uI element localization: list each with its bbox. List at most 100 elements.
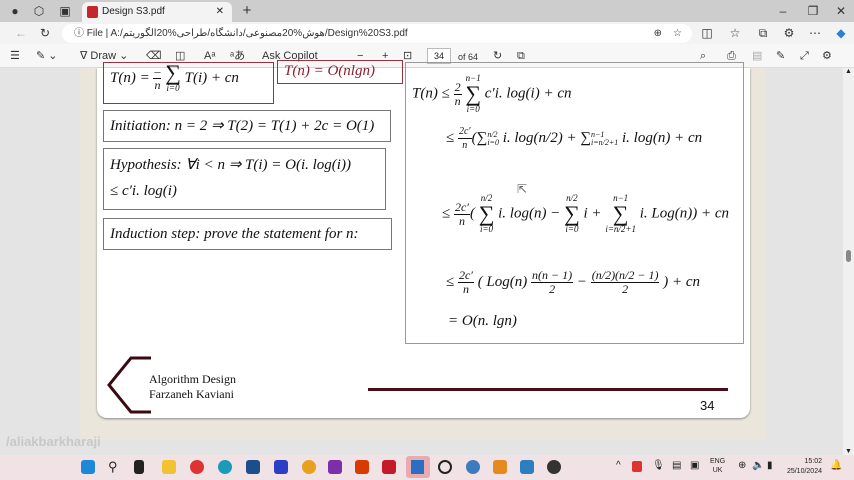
close-window-icon[interactable]: ✕	[834, 4, 848, 18]
translate-icon[interactable]: ᵃあ	[230, 49, 245, 63]
store-icon[interactable]	[246, 460, 260, 474]
proof-line-3: ≤ 2c′ n( n/2 ∑ i=0 i. log(n) − n/2 ∑ i=0 i + …	[442, 193, 729, 235]
save-icon[interactable]: ▤	[752, 49, 762, 63]
save-as-icon[interactable]: ✎	[776, 49, 785, 63]
tray-icon[interactable]: ▣	[690, 460, 699, 471]
scroll-up-icon[interactable]: ▲	[845, 68, 852, 75]
start-icon[interactable]	[81, 460, 95, 474]
math-text: T(n) =	[110, 69, 154, 86]
language-indicator[interactable]: ENG UK	[710, 457, 725, 475]
denominator: 2	[549, 282, 556, 296]
highlight-icon[interactable]: ✎ ⌄	[36, 49, 58, 63]
tray-chevron-icon[interactable]: ^	[616, 460, 621, 471]
math-text: ≤ c′i. log(i)	[110, 183, 177, 199]
collections-icon[interactable]: ⧉	[756, 26, 770, 40]
scroll-down-icon[interactable]: ▼	[845, 448, 852, 455]
math-text: i +	[583, 205, 602, 222]
scrollbar[interactable]: ▲ ▼	[843, 68, 854, 455]
math-text: (	[469, 205, 479, 222]
photos-icon[interactable]	[520, 460, 534, 474]
clock[interactable]: 15:02 25/10/2024	[786, 457, 822, 477]
numerator: 2c′	[457, 126, 472, 139]
math-text: ≤	[442, 205, 451, 222]
notification-icon[interactable]: 🔔	[830, 460, 842, 471]
initiation-box: Initiation: n = 2 ⇒ T(2) = T(1) + 2c = O…	[103, 110, 391, 142]
settings-icon[interactable]: ⚙	[822, 49, 832, 63]
refresh-icon[interactable]: ↻	[38, 26, 52, 40]
math-text: Hypothesis: ∀i < n ⇒ T(i) = O(i. log(i))	[110, 157, 351, 173]
profile-icon[interactable]: ●	[8, 4, 22, 18]
network-icon[interactable]: ⊕	[738, 460, 746, 471]
copilot-icon[interactable]: ◆	[834, 26, 848, 40]
address-bar: ← ↻ ⓘ File | A:/هوش%20مصنوعی/دانشگاه/طرا…	[0, 22, 854, 44]
office-icon[interactable]	[355, 460, 369, 474]
contents-icon[interactable]: ☰	[10, 49, 20, 63]
app-icon[interactable]	[493, 460, 507, 474]
search-taskbar-icon[interactable]: ⚲	[108, 460, 122, 474]
two-page-icon[interactable]: ⧉	[517, 49, 525, 63]
math-text: ≤	[446, 129, 455, 146]
math-text: ≤	[446, 273, 455, 290]
back-icon[interactable]: ←	[14, 26, 28, 40]
denominator: 2	[622, 282, 629, 296]
sigma: ∑	[465, 81, 482, 106]
math-text: −	[576, 273, 587, 290]
fit-page-icon[interactable]: ⊡	[403, 49, 412, 63]
draw-button[interactable]: ∇ Draw ⌄	[80, 49, 128, 63]
scroll-thumb[interactable]	[846, 250, 851, 262]
active-app-icon[interactable]	[406, 456, 430, 478]
app-icon[interactable]	[302, 460, 316, 474]
extensions-icon[interactable]: ⚙	[782, 26, 796, 40]
app-icon[interactable]	[547, 460, 561, 474]
search-icon[interactable]: ⌕	[700, 49, 706, 63]
tray-icon[interactable]: ▤	[672, 460, 681, 471]
denominator: n	[462, 140, 468, 151]
proof-line-4: ≤ 2c′ n ( Log(n) n(n − 1) 2 − (n/2)(n/2 − …	[446, 269, 700, 296]
rotate-icon[interactable]: ↻	[493, 49, 502, 63]
sigma: ∑	[478, 201, 495, 226]
summation: n/2 ∑ i=0	[564, 193, 580, 235]
new-tab-icon[interactable]: +	[240, 3, 254, 18]
tray-app-icon[interactable]	[632, 461, 642, 472]
file-explorer-icon[interactable]	[162, 460, 176, 474]
task-view-icon[interactable]	[134, 460, 144, 474]
more-icon[interactable]: ⋯	[808, 26, 822, 40]
close-tab-icon[interactable]: ✕	[216, 2, 224, 22]
sum-lower: i=0	[166, 83, 180, 93]
volume-icon[interactable]: 🔈	[752, 460, 764, 471]
math-text: (∑	[471, 129, 488, 146]
app-icon[interactable]	[438, 460, 452, 474]
footer-rule	[368, 388, 728, 391]
math-text: i. Log(n)) + cn	[639, 205, 729, 222]
draw-label: Draw	[90, 50, 117, 62]
eraser-icon[interactable]: ⌫	[146, 49, 162, 63]
app-icon[interactable]	[274, 460, 288, 474]
numerator: 2	[453, 79, 462, 95]
sum-lower: i=0	[479, 224, 494, 234]
print-icon[interactable]: ⎙	[727, 49, 736, 63]
minimize-icon[interactable]: –	[776, 4, 790, 18]
url-input[interactable]: ⓘ File | A:/هوش%20مصنوعی/دانشگاه/طراحی%2…	[62, 24, 692, 43]
onenote-icon[interactable]	[328, 460, 342, 474]
summation: ∑ i=0	[165, 62, 181, 94]
edge-icon[interactable]	[218, 460, 232, 474]
split-screen-icon[interactable]: ◫	[700, 26, 714, 40]
url-text: A:/هوش%20مصنوعی/دانشگاه/طراحی%20الگوریتم…	[110, 28, 408, 39]
chrome-icon[interactable]	[190, 460, 204, 474]
favorites-icon[interactable]: ☆	[728, 26, 742, 40]
battery-icon[interactable]: ▮	[767, 460, 773, 471]
tab-actions-icon[interactable]: ▣	[58, 4, 72, 18]
microphone-icon[interactable]: 🎙	[652, 460, 665, 471]
app-icon[interactable]	[382, 460, 396, 474]
favorite-icon[interactable]: ☆	[673, 24, 682, 43]
workspaces-icon[interactable]: ⬡	[32, 4, 46, 18]
python-icon[interactable]	[466, 460, 480, 474]
maximize-icon[interactable]: ❐	[806, 4, 820, 18]
read-aloud-icon[interactable]: Aᵃ	[204, 49, 215, 63]
tab-title: Design S3.pdf	[102, 6, 165, 17]
summation: n/2 ∑ i=0	[479, 193, 495, 235]
zoom-icon[interactable]: ⊕	[654, 24, 662, 43]
fraction: n(n − 1) 2	[531, 269, 574, 296]
fullscreen-icon[interactable]: ⤢	[800, 49, 809, 63]
tab-design-s3[interactable]: Design S3.pdf ✕	[82, 2, 232, 22]
